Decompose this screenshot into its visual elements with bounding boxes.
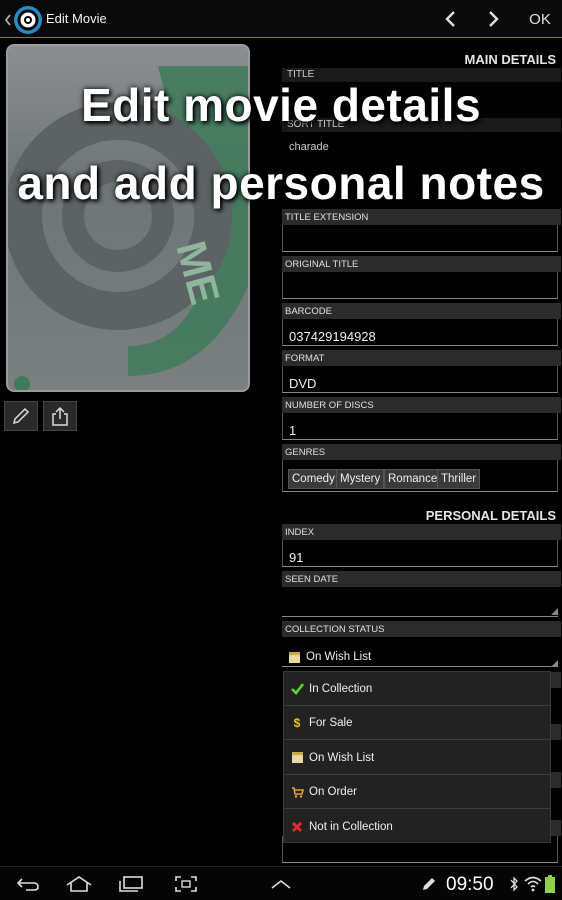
ok-button[interactable]: OK bbox=[522, 6, 558, 32]
collection-status-value: On Wish List bbox=[306, 651, 372, 663]
recent-apps-icon[interactable] bbox=[117, 873, 145, 895]
number-of-discs-value: 1 bbox=[289, 423, 297, 438]
index-label: INDEX bbox=[282, 524, 561, 540]
main-details-header: MAIN DETAILS bbox=[464, 52, 556, 67]
note-icon bbox=[289, 652, 300, 663]
screenshot-icon[interactable] bbox=[172, 873, 200, 895]
edit-cover-button[interactable] bbox=[4, 401, 38, 431]
index-field[interactable] bbox=[282, 540, 558, 567]
title-extension-field[interactable] bbox=[282, 225, 558, 252]
barcode-label: BARCODE bbox=[282, 303, 561, 319]
option-label: In Collection bbox=[309, 682, 373, 695]
original-title-label: ORIGINAL TITLE bbox=[282, 256, 561, 272]
wifi-icon bbox=[524, 873, 542, 895]
back-icon[interactable] bbox=[14, 873, 42, 895]
share-icon bbox=[52, 406, 68, 426]
headline-line-1: Edit movie details bbox=[80, 79, 482, 131]
original-title-field[interactable] bbox=[282, 272, 558, 299]
dollar-icon: $ bbox=[293, 715, 301, 730]
cart-icon bbox=[290, 785, 304, 799]
app-logo-icon[interactable] bbox=[4, 4, 44, 36]
spinner-corner-icon bbox=[551, 608, 558, 615]
option-on-order[interactable]: On Order bbox=[284, 775, 550, 809]
option-not-in-collection[interactable]: Not in Collection bbox=[284, 810, 550, 844]
seen-date-label: SEEN DATE bbox=[282, 571, 561, 587]
chevron-right-icon bbox=[489, 11, 499, 27]
format-value: DVD bbox=[289, 376, 317, 391]
pencil-notification-icon bbox=[420, 873, 438, 895]
format-field[interactable] bbox=[282, 366, 558, 393]
seen-date-spinner[interactable] bbox=[282, 587, 558, 617]
window-title: Edit Movie bbox=[46, 11, 107, 26]
home-icon[interactable] bbox=[64, 873, 94, 895]
collection-status-label: COLLECTION STATUS bbox=[282, 621, 561, 637]
option-label: For Sale bbox=[309, 716, 353, 729]
chevron-up-icon[interactable] bbox=[268, 873, 294, 895]
battery-icon bbox=[544, 873, 556, 895]
action-bar: Edit Movie OK bbox=[0, 0, 562, 38]
number-of-discs-field[interactable] bbox=[282, 413, 558, 440]
chevron-left-icon bbox=[445, 11, 455, 27]
personal-details-header: PERSONAL DETAILS bbox=[425, 508, 556, 523]
status-clock: 09:50 bbox=[446, 874, 494, 895]
checkmark-icon bbox=[290, 682, 304, 696]
pencil-icon bbox=[12, 407, 30, 425]
option-label: On Wish List bbox=[309, 751, 375, 764]
title-extension-label: TITLE EXTENSION bbox=[282, 209, 561, 225]
genre-chip[interactable]: Thriller bbox=[437, 469, 481, 489]
genre-chip[interactable]: Comedy bbox=[288, 469, 339, 489]
barcode-value: 037429194928 bbox=[289, 329, 376, 344]
promo-headline: Edit movie details and add personal note… bbox=[0, 66, 562, 222]
genre-chip[interactable]: Romance bbox=[384, 469, 442, 489]
option-label: On Order bbox=[309, 785, 357, 798]
collection-status-dropdown: In Collection $ For Sale On Wish List On… bbox=[283, 671, 551, 843]
genres-label: GENRES bbox=[282, 444, 561, 460]
option-for-sale[interactable]: $ For Sale bbox=[284, 706, 550, 740]
note-icon bbox=[290, 751, 304, 765]
format-label: FORMAT bbox=[282, 350, 561, 366]
system-nav-bar: 09:50 bbox=[0, 866, 562, 900]
genre-chip[interactable]: Mystery bbox=[336, 469, 385, 489]
previous-button[interactable] bbox=[436, 6, 464, 32]
red-x-icon bbox=[290, 820, 304, 834]
next-button[interactable] bbox=[480, 6, 508, 32]
option-on-wish-list[interactable]: On Wish List bbox=[284, 741, 550, 775]
index-value: 91 bbox=[289, 550, 304, 565]
option-in-collection[interactable]: In Collection bbox=[284, 672, 550, 706]
option-label: Not in Collection bbox=[309, 821, 393, 833]
bluetooth-icon bbox=[508, 873, 520, 895]
spinner-corner-icon bbox=[551, 660, 558, 667]
number-of-discs-label: NUMBER OF DISCS bbox=[282, 397, 561, 413]
share-button[interactable] bbox=[43, 401, 77, 431]
